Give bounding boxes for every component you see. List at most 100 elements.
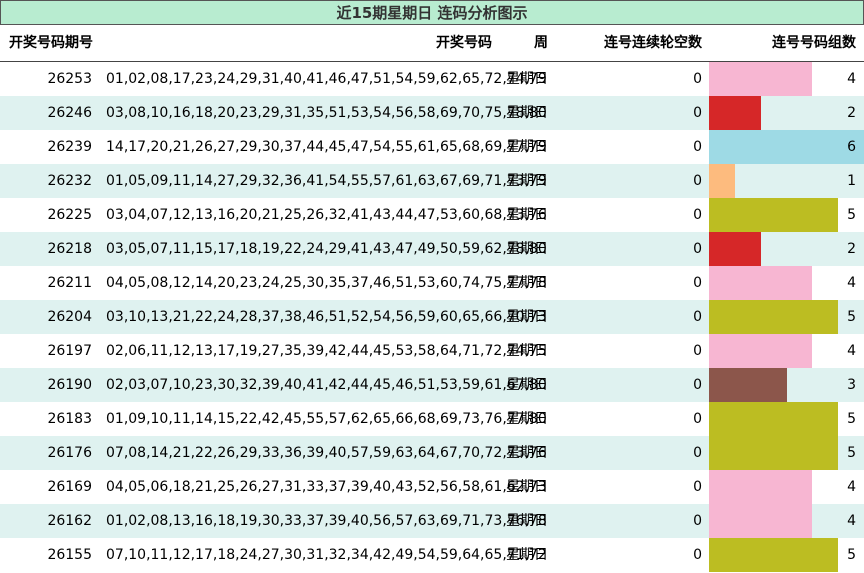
gap-cell: 0 [693, 513, 702, 529]
bar-value-label: 5 [847, 207, 856, 223]
bar-mark [709, 130, 864, 164]
table-row: 26176 07,08,14,21,22,26,29,33,36,39,40,57… [0, 436, 864, 470]
numbers-cell: 07,08,14,21,22,26,29,33,36,39,40,57,59,6… [106, 445, 547, 461]
table-row: 26190 02,03,07,10,23,30,32,39,40,41,42,44… [0, 368, 864, 402]
header-week: 周 [534, 35, 548, 51]
table-row: 26253 01,02,08,17,23,24,29,31,40,41,46,47… [0, 62, 864, 96]
bar-value-label: 2 [847, 105, 856, 121]
bar-value-label: 5 [847, 411, 856, 427]
gap-cell: 0 [693, 479, 702, 495]
week-cell: 星期日 [506, 105, 548, 121]
week-cell: 星期日 [506, 377, 548, 393]
issue-cell: 26225 [47, 207, 92, 223]
week-cell: 星期日 [506, 241, 548, 257]
numbers-cell: 04,05,06,18,21,25,26,27,31,33,37,39,40,4… [106, 479, 547, 495]
week-cell: 星期日 [506, 343, 548, 359]
bar-value-label: 3 [847, 377, 856, 393]
week-cell: 星期日 [506, 309, 548, 325]
gap-cell: 0 [693, 207, 702, 223]
header-groups: 连号号码组数 [772, 35, 856, 51]
bar-mark [709, 266, 812, 300]
bar-value-label: 5 [847, 309, 856, 325]
numbers-cell: 03,05,07,11,15,17,18,19,22,24,29,41,43,4… [106, 241, 547, 257]
bar-mark [709, 334, 812, 368]
numbers-cell: 03,08,10,16,18,20,23,29,31,35,51,53,54,5… [106, 105, 547, 121]
numbers-cell: 03,10,13,21,22,24,28,37,38,46,51,52,54,5… [106, 309, 547, 325]
issue-cell: 26253 [47, 71, 92, 87]
table-row: 26204 03,10,13,21,22,24,28,37,38,46,51,52… [0, 300, 864, 334]
gap-cell: 0 [693, 71, 702, 87]
issue-cell: 26246 [47, 105, 92, 121]
bar-mark [709, 402, 838, 436]
gap-cell: 0 [693, 343, 702, 359]
table-row: 26239 14,17,20,21,26,27,29,30,37,44,45,47… [0, 130, 864, 164]
chart-title: 近15期星期日 连码分析图示 [0, 0, 864, 25]
gap-cell: 0 [693, 411, 702, 427]
bar-value-label: 4 [847, 343, 856, 359]
issue-cell: 26232 [47, 173, 92, 189]
gap-cell: 0 [693, 139, 702, 155]
issue-cell: 26218 [47, 241, 92, 257]
bar-mark [709, 164, 735, 198]
numbers-cell: 02,03,07,10,23,30,32,39,40,41,42,44,45,4… [106, 377, 547, 393]
table-row: 26211 04,05,08,12,14,20,23,24,25,30,35,37… [0, 266, 864, 300]
issue-cell: 26190 [47, 377, 92, 393]
issue-cell: 26169 [47, 479, 92, 495]
gap-cell: 0 [693, 547, 702, 563]
bar-value-label: 5 [847, 445, 856, 461]
issue-cell: 26239 [47, 139, 92, 155]
bar-value-label: 6 [847, 139, 856, 155]
week-cell: 星期日 [506, 275, 548, 291]
issue-cell: 26162 [47, 513, 92, 529]
numbers-cell: 01,09,10,11,14,15,22,42,45,55,57,62,65,6… [106, 411, 547, 427]
week-cell: 星期日 [506, 173, 548, 189]
numbers-cell: 14,17,20,21,26,27,29,30,37,44,45,47,54,5… [106, 139, 547, 155]
header-issue: 开奖号码期号 [9, 35, 93, 51]
table-row: 26225 03,04,07,12,13,16,20,21,25,26,32,41… [0, 198, 864, 232]
bar-mark [709, 96, 761, 130]
bar-mark [709, 300, 838, 334]
gap-cell: 0 [693, 241, 702, 257]
bar-value-label: 5 [847, 547, 856, 563]
numbers-cell: 03,04,07,12,13,16,20,21,25,26,32,41,43,4… [106, 207, 547, 223]
bar-mark [709, 232, 761, 266]
table-row: 26169 04,05,06,18,21,25,26,27,31,33,37,39… [0, 470, 864, 504]
numbers-cell: 02,06,11,12,13,17,19,27,35,39,42,44,45,5… [106, 343, 547, 359]
header-numbers: 开奖号码 [436, 35, 492, 51]
table-row: 26232 01,05,09,11,14,27,29,32,36,41,54,55… [0, 164, 864, 198]
bar-value-label: 4 [847, 275, 856, 291]
week-cell: 星期日 [506, 513, 548, 529]
bar-mark [709, 198, 838, 232]
bar-value-label: 1 [847, 173, 856, 189]
header-gap: 连号连续轮空数 [604, 35, 702, 51]
issue-cell: 26211 [47, 275, 92, 291]
issue-cell: 26176 [47, 445, 92, 461]
table-header: 开奖号码期号 开奖号码 周 连号连续轮空数 连号号码组数 [0, 25, 864, 62]
bar-mark [709, 368, 787, 402]
issue-cell: 26204 [47, 309, 92, 325]
table-row: 26183 01,09,10,11,14,15,22,42,45,55,57,62… [0, 402, 864, 436]
week-cell: 星期日 [506, 479, 548, 495]
bar-value-label: 2 [847, 241, 856, 257]
numbers-cell: 07,10,11,12,17,18,24,27,30,31,32,34,42,4… [106, 547, 547, 563]
bar-value-label: 4 [847, 479, 856, 495]
gap-cell: 0 [693, 445, 702, 461]
week-cell: 星期日 [506, 445, 548, 461]
bar-mark [709, 504, 812, 538]
week-cell: 星期日 [506, 71, 548, 87]
week-cell: 星期日 [506, 547, 548, 563]
week-cell: 星期日 [506, 411, 548, 427]
week-cell: 星期日 [506, 207, 548, 223]
issue-cell: 26155 [47, 547, 92, 563]
bar-mark [709, 470, 812, 504]
bar-value-label: 4 [847, 71, 856, 87]
table-row: 26162 01,02,08,13,16,18,19,30,33,37,39,40… [0, 504, 864, 538]
bar-mark [709, 436, 838, 470]
table-row: 26246 03,08,10,16,18,20,23,29,31,35,51,53… [0, 96, 864, 130]
numbers-cell: 01,02,08,13,16,18,19,30,33,37,39,40,56,5… [106, 513, 547, 529]
bar-mark [709, 538, 838, 572]
numbers-cell: 04,05,08,12,14,20,23,24,25,30,35,37,46,5… [106, 275, 547, 291]
bar-value-label: 4 [847, 513, 856, 529]
week-cell: 星期日 [506, 139, 548, 155]
issue-cell: 26197 [47, 343, 92, 359]
